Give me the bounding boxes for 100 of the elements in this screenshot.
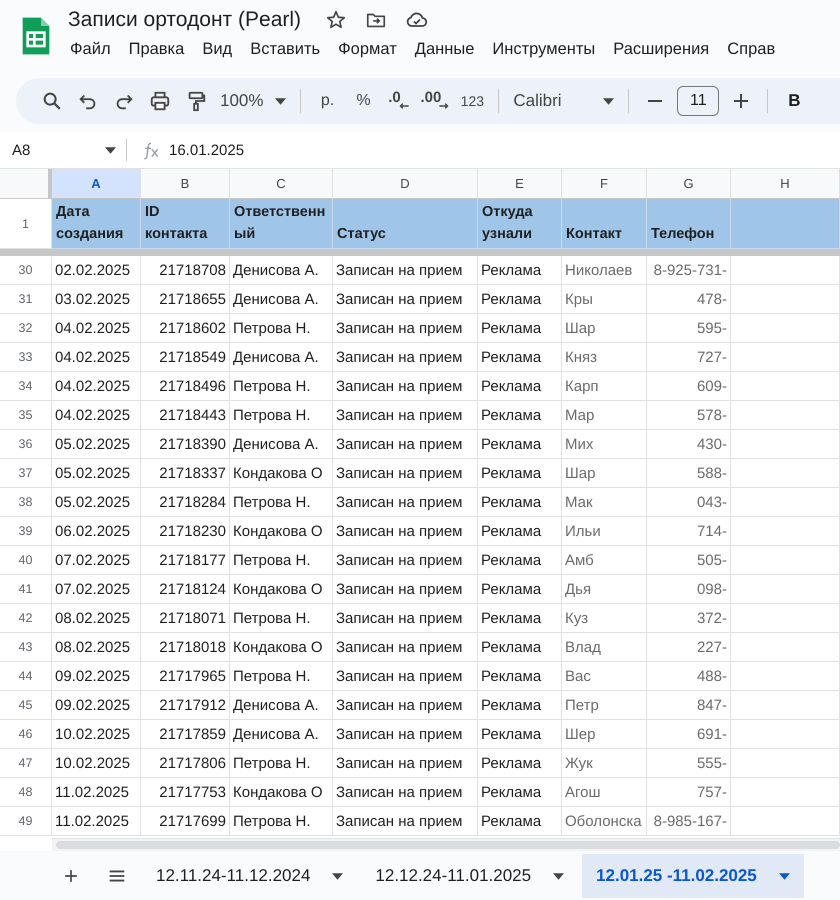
row-number[interactable]: 39 — [0, 517, 52, 546]
row-number[interactable]: 30 — [0, 256, 52, 285]
table-cell: 21718071 — [141, 604, 230, 633]
row-number[interactable]: 1 — [0, 199, 52, 249]
row-number[interactable]: 47 — [0, 749, 52, 778]
table-cell: Записан на прием — [333, 517, 478, 546]
table-cell: Оболонска — [562, 807, 647, 836]
row-number[interactable]: 38 — [0, 488, 52, 517]
document-title[interactable]: Записи ортодонт (Pearl) — [68, 8, 302, 32]
menu-item[interactable]: Правка — [120, 38, 194, 61]
increase-decimals-button[interactable]: .00 — [417, 85, 454, 117]
star-icon[interactable] — [325, 9, 348, 31]
row-number[interactable]: 43 — [0, 633, 52, 662]
header-cell: ID контакта — [141, 199, 230, 249]
font-size-field[interactable]: 11 — [677, 86, 720, 116]
menu-item[interactable]: Справ — [718, 38, 784, 61]
table-cell: Записан на прием — [333, 691, 478, 720]
table-cell: 05.02.2025 — [52, 488, 141, 517]
row-number[interactable]: 35 — [0, 401, 52, 430]
sheet-tab[interactable]: 12.01.25 -11.02.2025 — [582, 854, 804, 898]
table-cell: Петрова Н. — [230, 662, 333, 691]
row-number[interactable]: 31 — [0, 285, 52, 314]
row-number[interactable]: 48 — [0, 778, 52, 807]
row-number[interactable]: 41 — [0, 575, 52, 604]
caret-icon — [105, 146, 116, 154]
table-cell: 09.02.2025 — [52, 662, 141, 691]
row-number[interactable]: 44 — [0, 662, 52, 691]
zoom-dropdown[interactable]: 100% — [214, 85, 292, 117]
menu-item[interactable]: Файл — [68, 38, 120, 61]
currency-button[interactable]: р. — [309, 85, 346, 117]
table-cell: Кондакова О — [230, 778, 333, 807]
table-cell: Записан на прием — [333, 488, 478, 517]
row-number[interactable]: 36 — [0, 430, 52, 459]
menu-item[interactable]: Вид — [193, 38, 242, 61]
sheet-tab[interactable]: 12.12.24-11.01.2025 — [361, 854, 578, 898]
percent-button[interactable]: % — [345, 85, 382, 117]
table-cell: Реклама — [478, 604, 562, 633]
column-header[interactable]: A — [52, 169, 141, 199]
column-header[interactable]: D — [333, 169, 478, 199]
table-cell: 21718443 — [141, 401, 230, 430]
row-number[interactable]: 40 — [0, 546, 52, 575]
table-cell: Записан на прием — [333, 662, 478, 691]
menu-item[interactable]: Инструменты — [483, 38, 604, 61]
row-number[interactable]: 45 — [0, 691, 52, 720]
table-cell: 06.02.2025 — [52, 517, 141, 546]
row-number[interactable]: 46 — [0, 720, 52, 749]
table-cell: 227- — [647, 633, 731, 662]
column-header[interactable]: F — [562, 169, 647, 199]
table-cell: Реклама — [478, 778, 562, 807]
table-cell: Шер — [562, 720, 647, 749]
row-number[interactable]: 37 — [0, 459, 52, 488]
menu-item[interactable]: Вставить — [241, 38, 330, 61]
table-cell: Записан на прием — [333, 401, 478, 430]
bold-button[interactable]: B — [776, 85, 812, 117]
column-header[interactable]: H — [731, 169, 840, 199]
font-dropdown[interactable]: Calibri — [507, 85, 620, 117]
table-cell: 21718655 — [141, 285, 230, 314]
row-number[interactable]: 34 — [0, 372, 52, 401]
caret-icon — [332, 872, 344, 880]
table-cell: 488- — [647, 662, 731, 691]
row-number[interactable]: 42 — [0, 604, 52, 633]
caret-icon — [778, 872, 790, 880]
name-box[interactable]: A8 — [0, 136, 126, 164]
table-cell: Записан на прием — [333, 430, 478, 459]
row-number[interactable]: 33 — [0, 343, 52, 372]
table-cell: Реклама — [478, 285, 562, 314]
table-cell: 21718124 — [141, 575, 230, 604]
row-number[interactable]: 49 — [0, 807, 52, 836]
table-cell: 04.02.2025 — [52, 343, 141, 372]
sheet-tab[interactable]: 12.11.24-11.12.2024 — [142, 854, 358, 898]
number-format-button[interactable]: 123 — [454, 85, 490, 117]
table-cell: Петрова Н. — [230, 401, 333, 430]
header-cell: Статус — [333, 199, 478, 249]
table-cell: Мар — [562, 401, 647, 430]
table-cell: Реклама — [478, 372, 562, 401]
column-header[interactable]: C — [230, 169, 333, 199]
column-header[interactable]: B — [141, 169, 230, 199]
header-cell: Телефон — [647, 199, 731, 249]
table-cell: 714- — [647, 517, 731, 546]
table-cell: Петрова Н. — [230, 488, 333, 517]
column-header[interactable]: G — [647, 169, 731, 199]
table-cell: 691- — [647, 720, 731, 749]
formula-input[interactable]: 16.01.2025 — [169, 142, 244, 158]
menu-item[interactable]: Расширения — [604, 38, 718, 61]
row-number[interactable]: 32 — [0, 314, 52, 343]
menu-item[interactable]: Данные — [406, 38, 484, 61]
table-cell: Ильи — [562, 517, 647, 546]
table-cell: Записан на прием — [333, 256, 478, 285]
table-cell: 21718177 — [141, 546, 230, 575]
table-cell: 21718337 — [141, 459, 230, 488]
table-cell: Петрова Н. — [230, 546, 333, 575]
table-cell: Записан на прием — [333, 720, 478, 749]
menu-item[interactable]: Формат — [329, 38, 406, 61]
column-header[interactable]: E — [478, 169, 562, 199]
table-cell: Влад — [562, 633, 647, 662]
table-cell: 10.02.2025 — [52, 720, 141, 749]
decrease-decimals-button[interactable]: .0 — [381, 85, 418, 117]
table-cell: Шар — [562, 314, 647, 343]
table-cell: Денисова А. — [230, 720, 333, 749]
header-cell: Откуда узнали — [478, 199, 562, 249]
